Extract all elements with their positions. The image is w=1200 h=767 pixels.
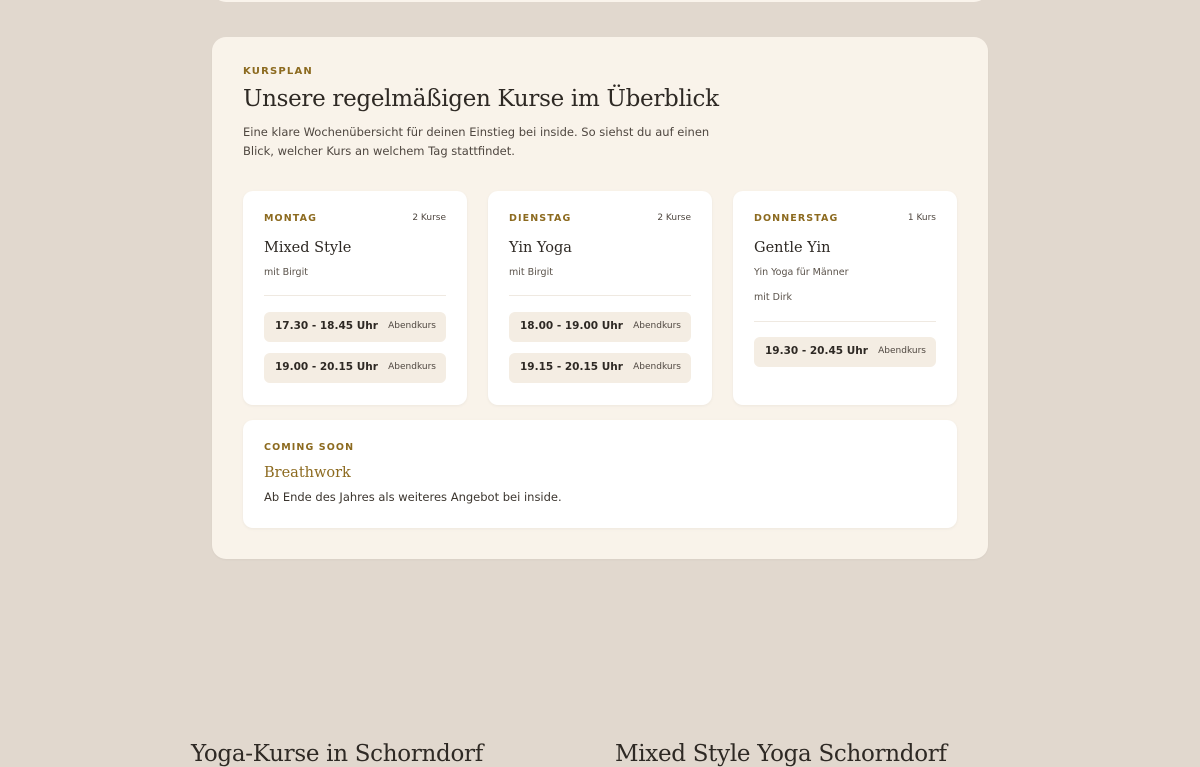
slot-type: Abendkurs <box>633 362 681 372</box>
day-name: DONNERSTAG <box>754 213 839 224</box>
day-card-tuesday: DIENSTAG 2 Kurse Yin Yoga mit Birgit 18.… <box>488 191 712 405</box>
slot-type: Abendkurs <box>388 321 436 331</box>
time-slot: 18.00 - 19.00 Uhr Abendkurs <box>509 312 691 342</box>
schedule-eyebrow: KURSPLAN <box>243 66 314 77</box>
course-teacher: mit Dirk <box>754 292 792 303</box>
slot-time: 19.00 - 20.15 Uhr <box>275 361 378 373</box>
slot-time: 19.30 - 20.45 Uhr <box>765 345 868 357</box>
course-count: 2 Kurse <box>657 213 691 223</box>
section-heading-yoga-courses: Yoga-Kurse in Schorndorf <box>191 741 483 767</box>
coming-soon-label: COMING SOON <box>264 442 355 453</box>
previous-section-card <box>212 0 988 2</box>
course-subtitle: Yin Yoga für Männer <box>754 267 849 278</box>
day-name: MONTAG <box>264 213 317 224</box>
time-slot: 19.00 - 20.15 Uhr Abendkurs <box>264 353 446 383</box>
time-slot: 19.15 - 20.15 Uhr Abendkurs <box>509 353 691 383</box>
time-slot: 17.30 - 18.45 Uhr Abendkurs <box>264 312 446 342</box>
course-name: Yin Yoga <box>509 240 572 256</box>
slot-type: Abendkurs <box>388 362 436 372</box>
course-teacher: mit Birgit <box>509 267 553 278</box>
day-card-monday: MONTAG 2 Kurse Mixed Style mit Birgit 17… <box>243 191 467 405</box>
schedule-panel: KURSPLAN Unsere regelmäßigen Kurse im Üb… <box>212 37 988 559</box>
time-slot: 19.30 - 20.45 Uhr Abendkurs <box>754 337 936 367</box>
divider <box>264 295 446 296</box>
section-heading-mixed-style: Mixed Style Yoga Schorndorf <box>615 741 947 767</box>
coming-soon-card: COMING SOON Breathwork Ab Ende des Jahre… <box>243 420 957 528</box>
day-name: DIENSTAG <box>509 213 572 224</box>
schedule-intro: Eine klare Wochenübersicht für deinen Ei… <box>243 125 710 158</box>
divider <box>754 321 936 322</box>
slot-type: Abendkurs <box>633 321 681 331</box>
divider <box>509 295 691 296</box>
course-name: Mixed Style <box>264 240 352 256</box>
schedule-title: Unsere regelmäßigen Kurse im Überblick <box>243 86 719 112</box>
slot-time: 19.15 - 20.15 Uhr <box>520 361 623 373</box>
coming-soon-text: Ab Ende des Jahres als weiteres Angebot … <box>264 490 562 504</box>
course-count: 1 Kurs <box>907 213 936 223</box>
course-name: Gentle Yin <box>754 240 831 256</box>
slot-time: 18.00 - 19.00 Uhr <box>520 320 623 332</box>
coming-soon-title: Breathwork <box>264 465 351 481</box>
course-teacher: mit Birgit <box>264 267 308 278</box>
slot-time: 17.30 - 18.45 Uhr <box>275 320 378 332</box>
course-count: 2 Kurse <box>412 213 446 223</box>
slot-type: Abendkurs <box>878 346 926 356</box>
day-card-thursday: DONNERSTAG 1 Kurs Gentle Yin Yin Yoga fü… <box>733 191 957 405</box>
